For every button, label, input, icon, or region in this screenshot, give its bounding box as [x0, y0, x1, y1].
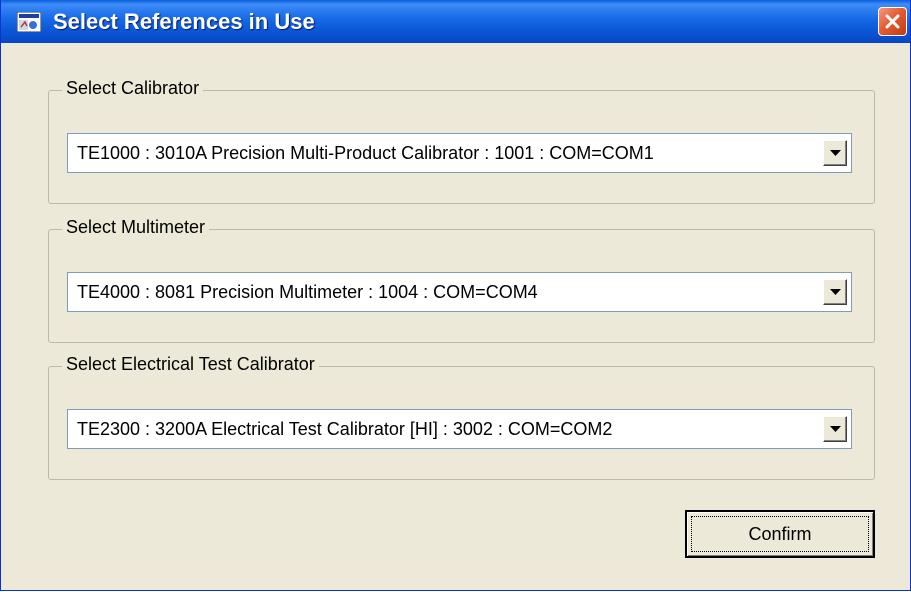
multimeter-group-label: Select Multimeter	[62, 217, 210, 238]
multimeter-select[interactable]: TE4000 : 8081 Precision Multimeter : 100…	[67, 272, 852, 312]
electrical-test-calibrator-dropdown-button[interactable]	[823, 416, 847, 442]
calibrator-group: Select Calibrator TE1000 : 3010A Precisi…	[48, 78, 875, 204]
electrical-test-calibrator-select-value: TE2300 : 3200A Electrical Test Calibrato…	[77, 419, 613, 439]
close-icon	[885, 14, 900, 29]
multimeter-dropdown-button[interactable]	[823, 279, 847, 305]
confirm-button[interactable]: Confirm	[685, 510, 875, 558]
dialog-window: Select References in Use Select Calibrat…	[0, 0, 911, 591]
electrical-test-calibrator-group-label: Select Electrical Test Calibrator	[62, 354, 319, 375]
electrical-test-calibrator-select[interactable]: TE2300 : 3200A Electrical Test Calibrato…	[67, 409, 852, 449]
confirm-button-label: Confirm	[748, 524, 812, 544]
app-icon	[16, 11, 42, 33]
multimeter-group: Select Multimeter TE4000 : 8081 Precisio…	[48, 217, 875, 343]
chevron-down-icon	[830, 426, 841, 432]
calibrator-dropdown-button[interactable]	[823, 140, 847, 166]
calibrator-select-value: TE1000 : 3010A Precision Multi-Product C…	[77, 143, 654, 163]
title-bar[interactable]: Select References in Use	[1, 0, 910, 43]
multimeter-select-value: TE4000 : 8081 Precision Multimeter : 100…	[77, 282, 538, 302]
chevron-down-icon	[830, 289, 841, 295]
calibrator-group-label: Select Calibrator	[62, 78, 204, 99]
close-button[interactable]	[878, 7, 907, 36]
window-title: Select References in Use	[53, 9, 315, 34]
chevron-down-icon	[830, 150, 841, 156]
electrical-test-calibrator-group: Select Electrical Test Calibrator TE2300…	[48, 354, 875, 480]
calibrator-select[interactable]: TE1000 : 3010A Precision Multi-Product C…	[67, 133, 852, 173]
